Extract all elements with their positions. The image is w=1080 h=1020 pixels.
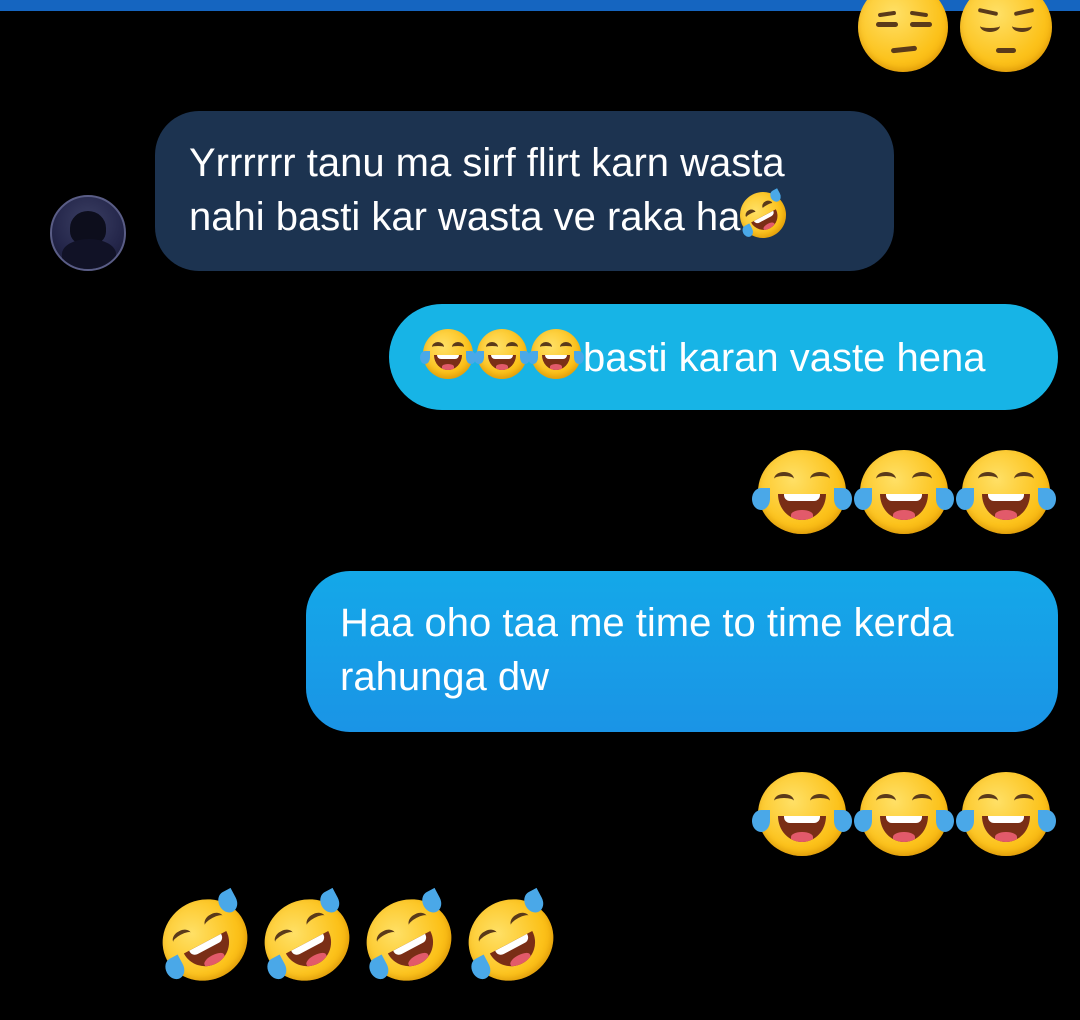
contact-avatar[interactable] bbox=[50, 195, 126, 271]
message-text-line: Haa oho taa me time to time kerda bbox=[340, 601, 954, 645]
message-text-line: rahunga dw bbox=[340, 655, 550, 699]
face-with-tears-of-joy-icon bbox=[854, 450, 954, 534]
message-text-line: nahi basti kar wasta ve raka ha bbox=[189, 183, 860, 247]
face-with-tears-of-joy-icon bbox=[854, 772, 954, 856]
face-with-tears-of-joy-icon bbox=[528, 329, 584, 379]
rolling-on-floor-laughing-icon bbox=[454, 884, 568, 996]
outgoing-message-bubble[interactable]: Haa oho taa me time to time kerda rahung… bbox=[306, 571, 1058, 732]
chat-screen: Yrrrrrr tanu ma sirf flirt karn wasta na… bbox=[0, 0, 1080, 1020]
message-text-line: Yrrrrrr tanu ma sirf flirt karn wasta bbox=[189, 141, 785, 185]
rolling-on-floor-laughing-icon bbox=[352, 884, 466, 996]
face-with-tears-of-joy-icon bbox=[752, 450, 852, 534]
rolling-on-floor-laughing-icon bbox=[732, 183, 795, 247]
face-with-tears-of-joy-icon bbox=[752, 772, 852, 856]
unamused-face-icon[interactable] bbox=[858, 0, 948, 72]
incoming-message-bubble[interactable]: Yrrrrrr tanu ma sirf flirt karn wasta na… bbox=[155, 111, 894, 271]
message-text: nahi basti kar wasta ve raka ha bbox=[189, 195, 741, 239]
face-with-tears-of-joy-icon bbox=[474, 329, 530, 379]
pensive-face-icon[interactable] bbox=[960, 0, 1052, 72]
rolling-on-floor-laughing-icon bbox=[148, 884, 262, 996]
face-with-tears-of-joy-icon bbox=[956, 450, 1056, 534]
face-with-tears-of-joy-icon bbox=[956, 772, 1056, 856]
outgoing-message-bubble[interactable]: basti karan vaste hena bbox=[389, 304, 1058, 410]
face-with-tears-of-joy-icon bbox=[420, 329, 476, 379]
rolling-on-floor-laughing-icon bbox=[250, 884, 364, 996]
message-text: basti karan vaste hena bbox=[583, 336, 986, 380]
message-text-line: basti karan vaste hena bbox=[420, 329, 1024, 385]
